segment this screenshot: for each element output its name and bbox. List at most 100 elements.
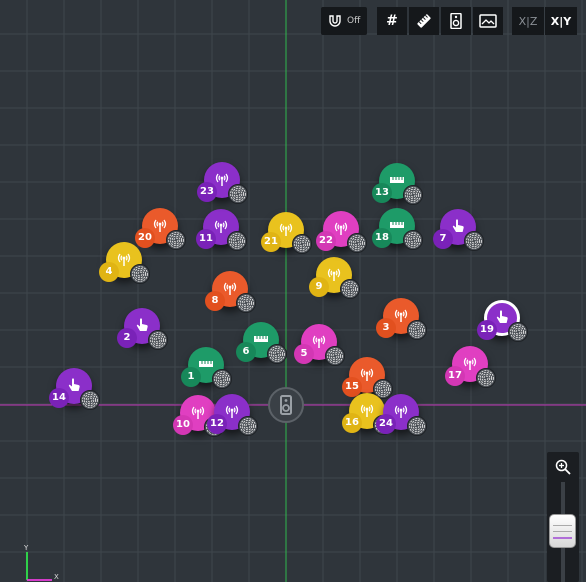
speaker-icon: [280, 395, 292, 415]
node-number: 10: [173, 415, 193, 435]
view-xz-button[interactable]: X|Z: [512, 7, 544, 35]
node-fingerprint-badge: [464, 231, 484, 251]
antenna-icon: [214, 220, 228, 233]
node-fingerprint-badge: [166, 230, 186, 250]
source-node-22[interactable]: 22: [316, 211, 367, 253]
source-node-19[interactable]: 19: [477, 300, 528, 342]
grid-toggle-button[interactable]: #: [377, 7, 407, 35]
ruler-icon: [390, 177, 404, 183]
fingerprint-icon: [466, 233, 482, 249]
zoom-slider-handle[interactable]: [549, 514, 576, 548]
node-number: 22: [316, 231, 336, 251]
node-fingerprint-badge: [267, 344, 287, 364]
hand-pointer-icon: [136, 318, 148, 331]
fingerprint-icon: [327, 348, 343, 364]
source-node-3[interactable]: 3: [376, 298, 427, 340]
fingerprint-icon: [168, 232, 184, 248]
source-node-21[interactable]: 21: [261, 212, 312, 254]
node-number: 14: [49, 388, 69, 408]
node-number: 6: [236, 342, 256, 362]
speaker-icon: [450, 13, 462, 29]
ruler-icon: [254, 336, 268, 342]
speaker-tool-button[interactable]: [441, 7, 471, 35]
antenna-icon: [334, 222, 348, 235]
source-node-4[interactable]: 4: [99, 242, 150, 284]
fingerprint-icon: [240, 418, 256, 434]
node-number: 8: [205, 291, 225, 311]
node-number: 24: [376, 414, 396, 434]
ruler-icon: [390, 222, 404, 228]
antenna-icon: [223, 282, 237, 295]
node-fingerprint-badge: [238, 416, 258, 436]
image-tool-button[interactable]: [473, 7, 503, 35]
source-node-14[interactable]: 14: [49, 368, 100, 410]
view-xy-button[interactable]: X|Y: [545, 7, 577, 35]
fingerprint-icon: [229, 233, 245, 249]
source-node-24[interactable]: 24: [376, 394, 427, 436]
ruler-icon: [417, 14, 431, 28]
source-node-8[interactable]: 8: [205, 271, 256, 313]
node-fingerprint-badge: [236, 293, 256, 313]
hash-icon: #: [386, 13, 398, 29]
source-node-13[interactable]: 13: [372, 163, 423, 205]
fingerprint-icon: [238, 295, 254, 311]
node-fingerprint-badge: [403, 185, 423, 205]
fingerprint-icon: [294, 236, 310, 252]
node-number: 16: [342, 413, 362, 433]
fingerprint-icon: [342, 281, 358, 297]
source-node-2[interactable]: 2: [117, 308, 168, 350]
node-fingerprint-badge: [130, 264, 150, 284]
antenna-icon: [117, 253, 131, 266]
node-number: 12: [207, 414, 227, 434]
fingerprint-icon: [405, 187, 421, 203]
fingerprint-icon: [214, 371, 230, 387]
axis-y-label: Y: [24, 544, 29, 552]
node-fingerprint-badge: [407, 320, 427, 340]
node-fingerprint-badge: [148, 330, 168, 350]
source-node-18[interactable]: 18: [372, 208, 423, 250]
grid-canvas[interactable]: [0, 0, 586, 582]
source-node-7[interactable]: 7: [433, 209, 484, 251]
source-node-6[interactable]: 6: [236, 322, 287, 364]
antenna-icon: [312, 335, 326, 348]
zoom-in-icon[interactable]: [555, 459, 571, 475]
node-fingerprint-badge: [227, 231, 247, 251]
node-fingerprint-badge: [80, 390, 100, 410]
node-number: 20: [135, 228, 155, 248]
source-node-20[interactable]: 20: [135, 208, 186, 250]
node-number: 17: [445, 366, 465, 386]
source-node-12[interactable]: 12: [207, 394, 258, 436]
source-node-23[interactable]: 23: [197, 162, 248, 204]
hand-pointer-icon: [68, 378, 80, 391]
node-number: 11: [196, 229, 216, 249]
source-node-15[interactable]: 15: [342, 357, 393, 399]
node-fingerprint-badge: [325, 346, 345, 366]
source-node-9[interactable]: 9: [309, 257, 360, 299]
node-fingerprint-badge: [292, 234, 312, 254]
node-number: 23: [197, 182, 217, 202]
fingerprint-icon: [478, 370, 494, 386]
node-fingerprint-badge: [403, 230, 423, 250]
source-node-1[interactable]: 1: [181, 347, 232, 389]
antenna-icon: [225, 405, 239, 418]
fingerprint-icon: [510, 324, 526, 340]
snap-toggle-button[interactable]: Off: [321, 7, 367, 35]
source-node-11[interactable]: 11: [196, 209, 247, 251]
fingerprint-icon: [405, 232, 421, 248]
source-node-5[interactable]: 5: [294, 324, 345, 366]
magnet-icon: [329, 15, 341, 27]
axis-gizmo: [26, 552, 52, 581]
antenna-icon: [360, 404, 374, 417]
fingerprint-icon: [132, 266, 148, 282]
speaker-origin-node[interactable]: [268, 387, 304, 423]
node-number: 3: [376, 318, 396, 338]
fingerprint-icon: [409, 418, 425, 434]
fingerprint-icon: [269, 346, 285, 362]
ruler-tool-button[interactable]: [409, 7, 439, 35]
snap-status-label: Off: [347, 16, 361, 26]
fingerprint-icon: [409, 322, 425, 338]
node-number: 9: [309, 277, 329, 297]
node-fingerprint-badge: [508, 322, 528, 342]
node-number: 5: [294, 344, 314, 364]
source-node-17[interactable]: 17: [445, 346, 496, 388]
